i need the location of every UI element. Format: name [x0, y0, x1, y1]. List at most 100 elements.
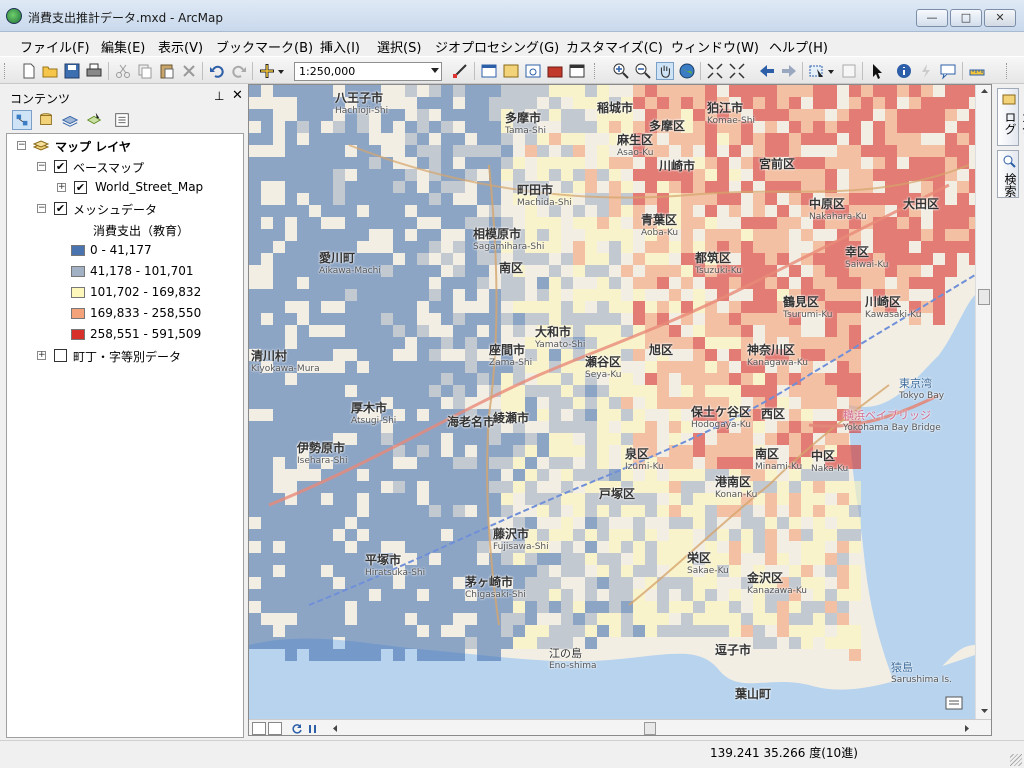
forward-arrow-icon[interactable] — [780, 62, 798, 80]
python-window-icon[interactable] — [568, 62, 586, 80]
menu-bookmarks[interactable]: ブックマーク(B) — [216, 37, 313, 56]
menu-help[interactable]: ヘルプ(H) — [769, 37, 828, 56]
back-arrow-icon[interactable] — [758, 62, 776, 80]
chevron-down-icon[interactable] — [826, 62, 836, 80]
close-button[interactable]: ✕ — [984, 9, 1016, 27]
list-by-visibility-icon[interactable] — [60, 110, 80, 130]
legend-class-row[interactable]: 101,702 - 169,832 — [7, 283, 237, 303]
menu-windows[interactable]: ウィンドウ(W) — [671, 37, 759, 56]
clear-selection-icon[interactable] — [840, 62, 858, 80]
hyperlink-lightning-icon[interactable] — [917, 62, 935, 80]
fixed-zoom-in-icon[interactable] — [706, 62, 724, 80]
map-scale-combobox[interactable]: 1:250,000 — [294, 62, 442, 81]
legend-class-row[interactable]: 41,178 - 101,701 — [7, 262, 237, 282]
list-by-source-icon[interactable] — [36, 110, 56, 130]
layer-row-basemap-group[interactable]: − ✔ ベースマップ — [7, 157, 237, 177]
refresh-icon[interactable] — [291, 723, 303, 735]
save-icon[interactable] — [63, 62, 81, 80]
map-canvas[interactable]: 八王子市 Hachioji-Shi 多摩市 Tama-Shi 稲城市 狛江市 Koma… — [249, 85, 975, 719]
chevron-down-icon[interactable] — [431, 68, 439, 73]
options-icon[interactable] — [112, 110, 132, 130]
legend-class-row[interactable]: 258,551 - 591,509 — [7, 325, 237, 345]
collapse-icon[interactable]: − — [37, 162, 46, 171]
scroll-down-icon[interactable] — [980, 707, 989, 715]
select-elements-arrow-icon[interactable] — [868, 62, 886, 80]
chevron-down-icon[interactable] — [276, 62, 286, 80]
data-view-button[interactable] — [252, 722, 266, 735]
layout-view-button[interactable] — [268, 722, 282, 735]
layer-visibility-checkbox[interactable] — [54, 349, 67, 362]
scroll-left-icon[interactable] — [331, 724, 339, 733]
toolbar-grip[interactable] — [4, 63, 7, 79]
arctoolbox-icon[interactable] — [546, 62, 564, 80]
layer-visibility-checkbox[interactable]: ✔ — [54, 160, 67, 173]
vertical-scrollbar[interactable] — [975, 85, 991, 719]
menu-customize[interactable]: カスタマイズ(C) — [566, 37, 663, 56]
toolbar-grip[interactable] — [1006, 63, 1009, 79]
menu-edit[interactable]: 編集(E) — [101, 37, 145, 56]
scroll-right-icon[interactable] — [963, 724, 971, 733]
fixed-zoom-out-icon[interactable] — [728, 62, 746, 80]
print-icon[interactable] — [85, 62, 103, 80]
legend-class-row[interactable]: 0 - 41,177 — [7, 241, 237, 261]
mesh-cell — [333, 505, 345, 517]
full-extent-globe-icon[interactable] — [678, 62, 696, 80]
copy-icon[interactable] — [136, 62, 154, 80]
search-window-icon[interactable] — [524, 62, 542, 80]
toolbar-grip[interactable] — [594, 63, 597, 79]
close-icon[interactable]: ✕ — [232, 88, 243, 103]
legend-class-row[interactable]: 169,833 - 258,550 — [7, 304, 237, 324]
menu-file[interactable]: ファイル(F) — [20, 37, 90, 56]
pan-hand-icon[interactable] — [656, 62, 674, 80]
paste-icon[interactable] — [158, 62, 176, 80]
maximize-button[interactable]: □ — [950, 9, 982, 27]
collapse-icon[interactable]: − — [37, 204, 46, 213]
map-tips-icon[interactable] — [945, 695, 963, 711]
undo-icon[interactable] — [208, 62, 226, 80]
table-of-contents-icon[interactable] — [480, 62, 498, 80]
expand-icon[interactable]: + — [37, 351, 46, 360]
scroll-up-icon[interactable] — [980, 87, 989, 95]
layer-row-world-street-map[interactable]: + ✔ World_Street_Map — [7, 178, 237, 198]
menu-selection[interactable]: 選択(S) — [377, 37, 421, 56]
menu-view[interactable]: 表示(V) — [158, 37, 203, 56]
zoom-out-icon[interactable] — [634, 62, 652, 80]
redo-icon[interactable] — [230, 62, 248, 80]
list-by-drawing-order-icon[interactable] — [12, 110, 32, 130]
expand-icon[interactable]: + — [57, 183, 66, 192]
mesh-cell — [753, 217, 765, 229]
measure-icon[interactable] — [968, 62, 986, 80]
editor-toolbar-icon[interactable] — [451, 62, 469, 80]
catalog-tab[interactable]: カタログ — [997, 88, 1024, 146]
catalog-window-icon[interactable] — [502, 62, 520, 80]
mesh-cell — [537, 553, 549, 565]
resize-grip[interactable] — [1010, 754, 1022, 766]
layer-visibility-checkbox[interactable]: ✔ — [54, 202, 67, 215]
menu-geoprocessing[interactable]: ジオプロセシング(G) — [435, 37, 559, 56]
menu-insert[interactable]: 挿入(I) — [320, 37, 360, 56]
minimize-button[interactable]: — — [916, 9, 948, 27]
layer-row-map-layers[interactable]: − マップ レイヤ — [7, 136, 237, 156]
pin-icon[interactable]: ⊥ — [214, 89, 224, 103]
add-data-icon[interactable] — [258, 62, 276, 80]
new-document-icon[interactable] — [20, 62, 38, 80]
layer-row-town-data[interactable]: + 町丁・字等別データ — [7, 346, 237, 366]
map-view[interactable]: 八王子市 Hachioji-Shi 多摩市 Tama-Shi 稲城市 狛江市 Koma… — [248, 84, 992, 736]
collapse-icon[interactable]: − — [17, 141, 26, 150]
search-tab[interactable]: 検索 — [997, 150, 1019, 198]
zoom-in-icon[interactable] — [612, 62, 630, 80]
layer-visibility-checkbox[interactable]: ✔ — [74, 181, 87, 194]
select-features-icon[interactable] — [808, 62, 826, 80]
mesh-cell — [897, 145, 909, 157]
identify-icon[interactable] — [895, 62, 913, 80]
vertical-scroll-thumb[interactable] — [978, 289, 990, 305]
list-by-selection-icon[interactable] — [84, 110, 104, 130]
open-folder-icon[interactable] — [41, 62, 59, 80]
cut-icon[interactable] — [114, 62, 132, 80]
delete-icon[interactable] — [180, 62, 198, 80]
html-popup-icon[interactable] — [939, 62, 957, 80]
pause-drawing-icon[interactable] — [307, 723, 319, 735]
horizontal-scroll-thumb[interactable] — [644, 722, 656, 735]
mesh-cell — [873, 97, 885, 109]
layer-row-mesh-data[interactable]: − ✔ メッシュデータ — [7, 199, 237, 219]
